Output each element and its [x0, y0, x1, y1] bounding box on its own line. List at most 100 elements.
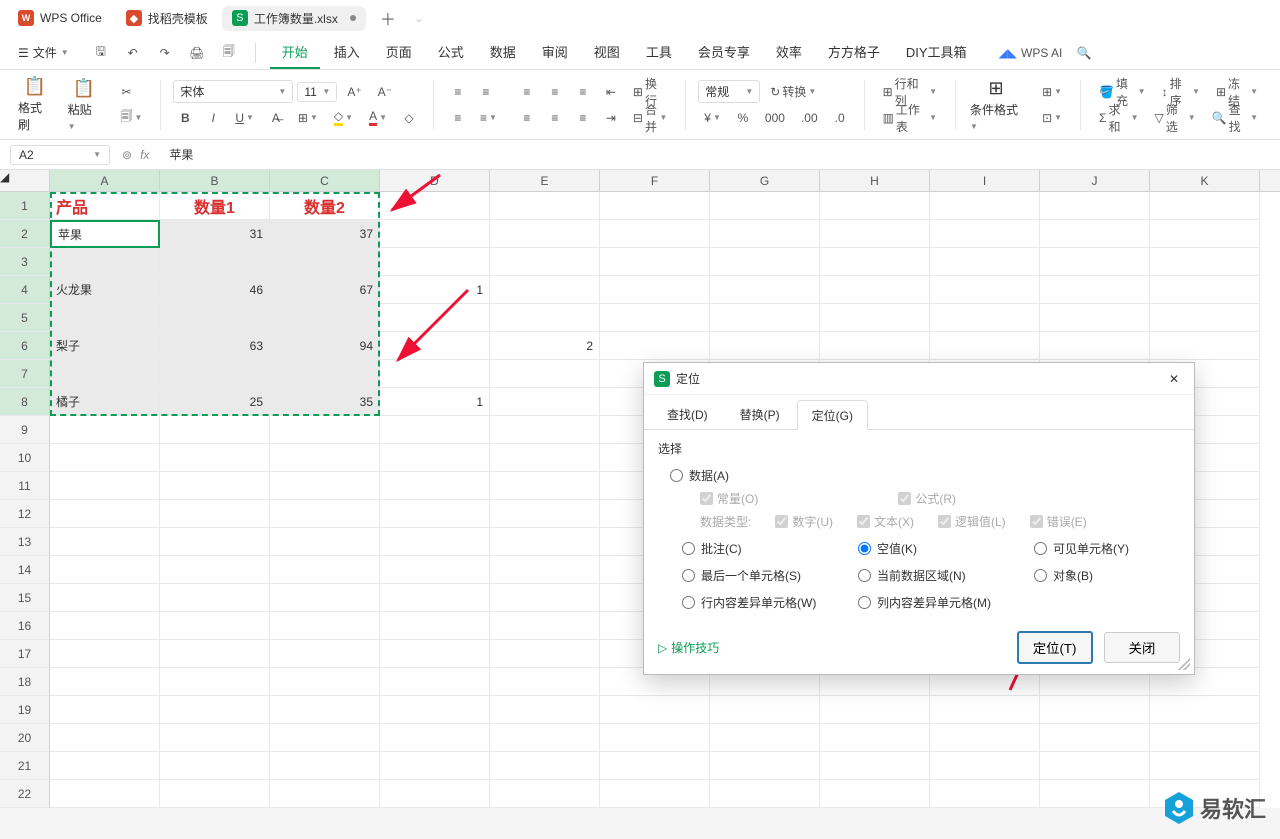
cell[interactable] — [820, 696, 930, 724]
menu-efficiency[interactable]: 效率 — [764, 36, 814, 69]
cell[interactable]: 46 — [160, 276, 270, 304]
cell[interactable]: 梨子 — [50, 332, 160, 360]
cell[interactable] — [1040, 220, 1150, 248]
tab-wps-office[interactable]: W WPS Office — [8, 6, 112, 30]
cell[interactable] — [710, 780, 820, 808]
cell[interactable] — [600, 276, 710, 304]
cell[interactable] — [710, 332, 820, 360]
tab-workbook[interactable]: S 工作簿数量.xlsx — [222, 6, 366, 31]
cell[interactable] — [160, 668, 270, 696]
formula-input[interactable]: 苹果 — [161, 144, 1270, 165]
cell[interactable] — [50, 612, 160, 640]
cell[interactable] — [160, 416, 270, 444]
cell[interactable] — [380, 556, 490, 584]
cell[interactable] — [380, 472, 490, 500]
cell[interactable] — [820, 752, 930, 780]
row-header[interactable]: 10 — [0, 444, 50, 472]
cell[interactable] — [490, 724, 600, 752]
cell[interactable] — [50, 248, 160, 276]
cell[interactable] — [710, 752, 820, 780]
cell[interactable] — [490, 360, 600, 388]
cell[interactable] — [490, 500, 600, 528]
cell[interactable] — [50, 780, 160, 808]
cell[interactable] — [380, 724, 490, 752]
cell[interactable] — [1150, 220, 1260, 248]
cell[interactable] — [490, 584, 600, 612]
cell[interactable] — [490, 696, 600, 724]
cell[interactable] — [270, 556, 380, 584]
radio-data[interactable]: 数据(A) — [670, 467, 1180, 484]
menu-layout[interactable]: 页面 — [374, 36, 424, 69]
cancel-formula-icon[interactable]: ⊚ — [122, 148, 132, 162]
cell[interactable] — [1040, 276, 1150, 304]
cell[interactable] — [160, 584, 270, 612]
cell[interactable] — [820, 220, 930, 248]
cell[interactable] — [50, 500, 160, 528]
font-color-button[interactable]: A▼ — [363, 107, 393, 128]
cell[interactable]: 35 — [270, 388, 380, 416]
cell[interactable] — [600, 192, 710, 220]
cell[interactable] — [270, 780, 380, 808]
italic-button[interactable]: I — [201, 109, 225, 127]
cell[interactable] — [1150, 192, 1260, 220]
radio-blank[interactable]: 空值(K) — [858, 540, 1028, 557]
dialog-title-bar[interactable]: S 定位 ✕ — [644, 363, 1194, 395]
bold-button[interactable]: B — [173, 109, 197, 127]
cell[interactable] — [50, 696, 160, 724]
select-all-corner[interactable]: ◢ — [0, 170, 50, 191]
cell[interactable] — [1150, 248, 1260, 276]
cell[interactable] — [380, 360, 490, 388]
cell[interactable] — [930, 332, 1040, 360]
row-header[interactable]: 21 — [0, 752, 50, 780]
cell[interactable]: 数量2 — [270, 192, 380, 220]
cell[interactable] — [490, 248, 600, 276]
tab-template[interactable]: ◆ 找稻壳模板 — [116, 6, 218, 31]
cell[interactable]: 31 — [160, 220, 270, 248]
font-name-select[interactable]: 宋体▼ — [173, 80, 293, 103]
radio-last[interactable]: 最后一个单元格(S) — [682, 567, 852, 584]
radio-comment[interactable]: 批注(C) — [682, 540, 852, 557]
paste-button[interactable]: 📋粘贴 ▼ — [60, 77, 109, 133]
filter-button[interactable]: ▽ 筛选▼ — [1149, 99, 1202, 137]
cell[interactable] — [490, 640, 600, 668]
cell[interactable] — [380, 612, 490, 640]
cell[interactable]: 67 — [270, 276, 380, 304]
sum-button[interactable]: Σ 求和▼ — [1093, 99, 1145, 137]
row-header[interactable]: 19 — [0, 696, 50, 724]
cell[interactable] — [270, 612, 380, 640]
cell[interactable] — [600, 696, 710, 724]
cell[interactable] — [380, 304, 490, 332]
cell[interactable] — [490, 752, 600, 780]
menu-data[interactable]: 数据 — [478, 36, 528, 69]
row-header[interactable]: 9 — [0, 416, 50, 444]
wps-ai-button[interactable]: ◢◣ WPS AI — [999, 46, 1063, 60]
cell[interactable] — [380, 248, 490, 276]
cell[interactable] — [710, 192, 820, 220]
cell[interactable] — [160, 444, 270, 472]
decrease-indent-button[interactable]: ⇤ — [599, 83, 623, 101]
cell[interactable] — [50, 528, 160, 556]
menu-tools[interactable]: 工具 — [634, 36, 684, 69]
cell[interactable] — [490, 276, 600, 304]
cell[interactable] — [160, 472, 270, 500]
strikethrough-button[interactable]: A̶ — [264, 109, 288, 127]
conditional-format-button[interactable]: ⊞条件格式▼ — [962, 77, 1030, 133]
menu-formula[interactable]: 公式 — [426, 36, 476, 69]
cell[interactable] — [490, 444, 600, 472]
cell[interactable] — [600, 752, 710, 780]
cell[interactable] — [1150, 696, 1260, 724]
cell[interactable] — [490, 472, 600, 500]
col-header-K[interactable]: K — [1150, 170, 1260, 191]
menu-start[interactable]: 开始 — [270, 36, 320, 69]
cell[interactable] — [380, 640, 490, 668]
cell[interactable] — [380, 752, 490, 780]
cell[interactable] — [930, 752, 1040, 780]
cell[interactable] — [50, 724, 160, 752]
cell[interactable] — [1150, 724, 1260, 752]
align-middle-button[interactable]: ≡ — [474, 83, 498, 101]
cell[interactable] — [930, 724, 1040, 752]
radio-object[interactable]: 对象(B) — [1034, 567, 1204, 584]
cell[interactable] — [50, 360, 160, 388]
search-button[interactable]: 🔍 — [1072, 41, 1096, 65]
cell[interactable] — [160, 724, 270, 752]
